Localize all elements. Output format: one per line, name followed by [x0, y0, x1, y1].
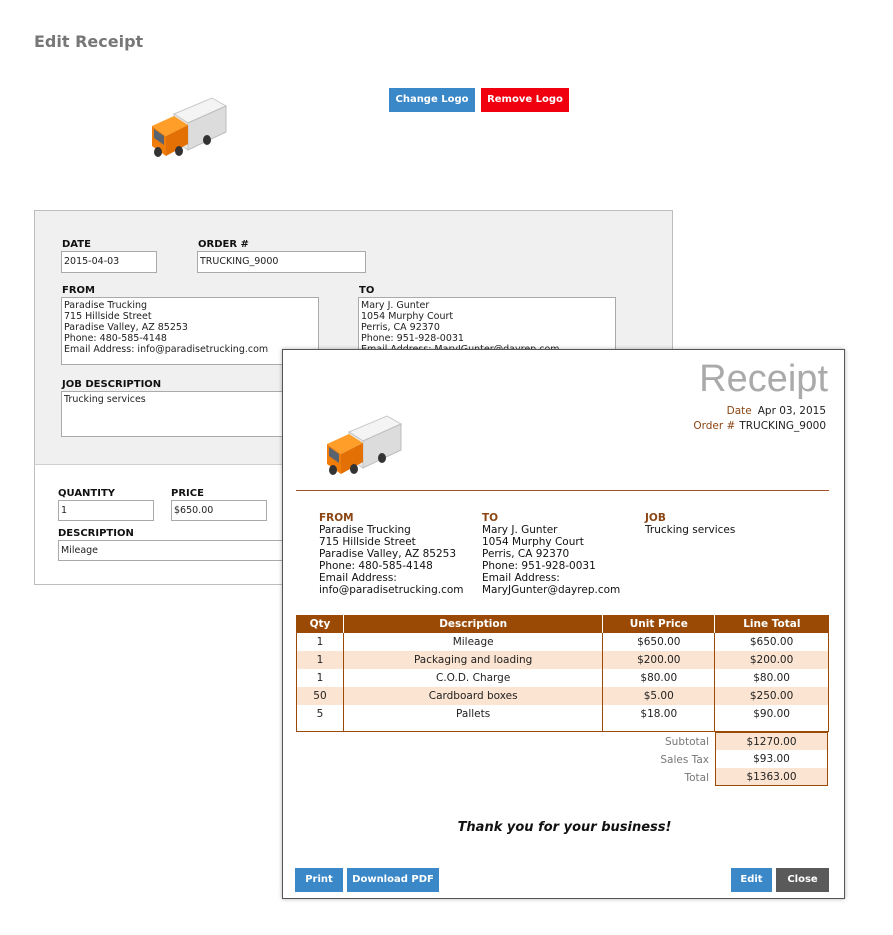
cell-description: Cardboard boxes [342, 687, 604, 705]
receipt-from-heading: FROM [319, 512, 354, 524]
cell-qty: 1 [296, 669, 344, 687]
cell-qty: 1 [296, 651, 344, 669]
price-label: PRICE [171, 488, 204, 499]
cell-qty: 50 [296, 687, 344, 705]
cell-qty: 5 [296, 705, 344, 723]
truck-logo-icon [325, 414, 405, 478]
download-pdf-button[interactable]: Download PDF [347, 868, 439, 892]
cell-description: C.O.D. Charge [342, 669, 604, 687]
cell-line-total: $90.00 [714, 705, 829, 723]
page-title: Edit Receipt [34, 32, 144, 51]
column-header-line-total: Line Total [714, 615, 829, 633]
cell-line-total: $80.00 [714, 669, 829, 687]
line-items-header: Qty Description Unit Price Line Total [296, 615, 829, 633]
remove-logo-button[interactable]: Remove Logo [481, 88, 569, 112]
table-row: 50 Cardboard boxes $5.00 $250.00 [296, 687, 829, 705]
column-header-qty: Qty [296, 615, 344, 633]
price-field[interactable]: $650.00 [171, 500, 267, 521]
subtotal-value: $1270.00 [715, 732, 828, 750]
cell-unit-price: $18.00 [602, 705, 716, 723]
table-row: 1 Packaging and loading $200.00 $200.00 [296, 651, 829, 669]
change-logo-button[interactable]: Change Logo [389, 88, 475, 112]
sales-tax-value: $93.00 [715, 750, 828, 768]
quantity-label: QUANTITY [58, 488, 116, 499]
receipt-order: Order # TRUCKING_9000 [693, 420, 826, 432]
job-description-textarea[interactable]: Trucking services [61, 391, 319, 437]
order-number-field[interactable]: TRUCKING_9000 [197, 251, 366, 273]
order-label: ORDER # [198, 239, 249, 250]
from-textarea[interactable]: Paradise Trucking 715 Hillside Street Pa… [61, 297, 319, 365]
receipt-order-value: TRUCKING_9000 [739, 420, 826, 432]
quantity-field[interactable]: 1 [58, 500, 154, 521]
cell-qty: 1 [296, 633, 344, 651]
edit-button[interactable]: Edit [731, 868, 772, 892]
receipt-date: Date Apr 03, 2015 [727, 405, 826, 417]
cell-unit-price: $200.00 [602, 651, 716, 669]
receipt-preview-modal: Receipt Date Apr 03, 2015 Order # TRUCKING… [282, 349, 845, 899]
line-item-form: QUANTITY 1 PRICE $650.00 DESCRIPTION Mil… [34, 464, 298, 585]
cell-description: Packaging and loading [342, 651, 604, 669]
cell-description: Pallets [342, 705, 604, 723]
receipt-from-address: Paradise Trucking 715 Hillside Street Pa… [319, 524, 464, 596]
column-header-unit-price: Unit Price [602, 615, 715, 633]
receipt-date-value: Apr 03, 2015 [757, 405, 826, 417]
table-row: 1 Mileage $650.00 $650.00 [296, 633, 829, 651]
receipt-order-label: Order # [693, 420, 736, 432]
thank-you-message: Thank you for your business! [457, 820, 672, 835]
table-spacer-row [296, 723, 829, 732]
date-label: DATE [62, 239, 91, 250]
print-button[interactable]: Print [295, 868, 343, 892]
receipt-date-label: Date [726, 405, 752, 417]
cell-line-total: $250.00 [714, 687, 829, 705]
date-field[interactable]: 2015-04-03 [61, 251, 157, 273]
from-label: FROM [62, 285, 95, 296]
receipt-divider [296, 490, 829, 491]
receipt-job-text: Trucking services [645, 524, 736, 536]
table-row: 1 C.O.D. Charge $80.00 $80.00 [296, 669, 829, 687]
receipt-to-address: Mary J. Gunter 1054 Murphy Court Perris,… [482, 524, 621, 596]
cell-line-total: $650.00 [714, 633, 829, 651]
description-field[interactable]: Mileage [58, 540, 298, 561]
truck-logo-icon [150, 96, 230, 160]
description-label: DESCRIPTION [58, 528, 134, 539]
column-header-description: Description [342, 615, 603, 633]
total-value: $1363.00 [715, 768, 828, 786]
subtotal-label: Subtotal [665, 736, 709, 748]
cell-description: Mileage [342, 633, 604, 651]
close-button[interactable]: Close [776, 868, 829, 892]
sales-tax-label: Sales Tax [660, 754, 709, 766]
total-label: Total [684, 772, 709, 784]
receipt-title: Receipt [699, 358, 828, 400]
line-items-table: Qty Description Unit Price Line Total 1 … [296, 615, 829, 732]
cell-line-total: $200.00 [714, 651, 829, 669]
cell-unit-price: $5.00 [602, 687, 716, 705]
table-row: 5 Pallets $18.00 $90.00 [296, 705, 829, 723]
cell-unit-price: $80.00 [602, 669, 716, 687]
job-description-label: JOB DESCRIPTION [62, 379, 162, 390]
cell-unit-price: $650.00 [602, 633, 716, 651]
receipt-to-heading: TO [482, 512, 499, 524]
receipt-job-heading: JOB [645, 512, 666, 524]
to-label: TO [359, 285, 375, 296]
